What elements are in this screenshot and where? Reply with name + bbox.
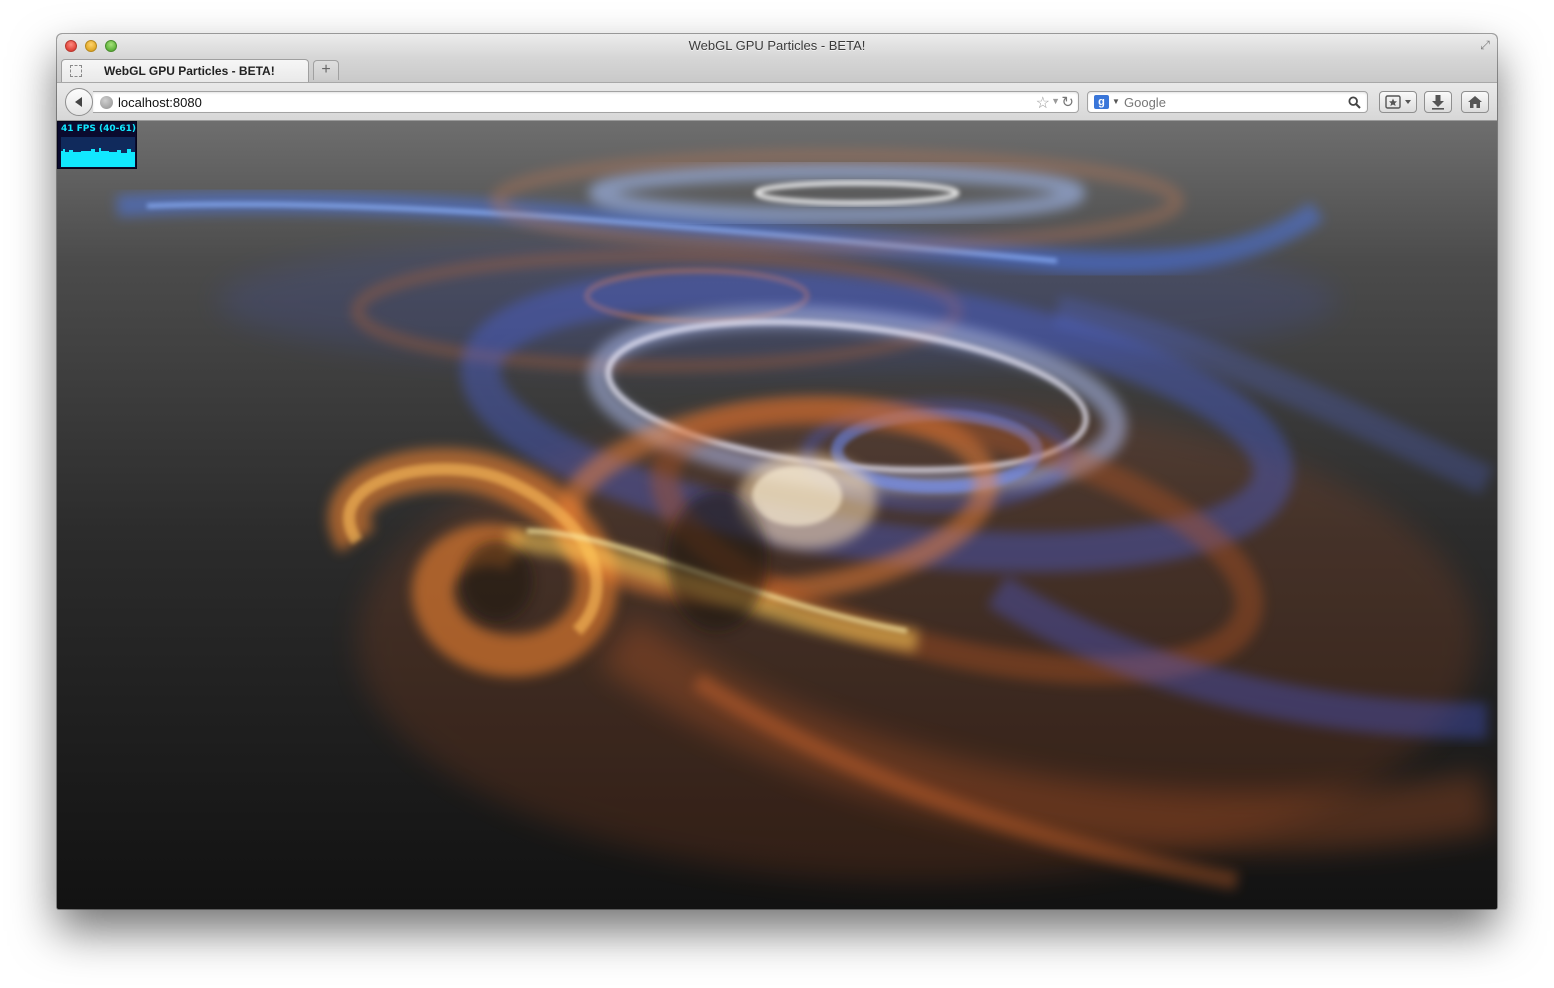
new-tab-button[interactable]: +	[313, 60, 339, 80]
tab-strip: WebGL GPU Particles - BETA! +	[57, 58, 1497, 83]
home-icon	[1468, 96, 1482, 108]
search-input[interactable]: Google	[1124, 95, 1166, 110]
google-g-icon[interactable]: g	[1094, 95, 1109, 109]
engine-dropdown-icon[interactable]: ▼	[1112, 97, 1120, 106]
title-bar[interactable]: WebGL GPU Particles - BETA! ⤢	[57, 34, 1497, 58]
back-arrow-icon	[75, 97, 82, 107]
dropmarker-icon[interactable]: ▼	[1051, 96, 1060, 106]
downloads-icon	[1432, 95, 1444, 110]
tab-webgl-gpu-particles[interactable]: WebGL GPU Particles - BETA!	[61, 59, 309, 82]
browser-window: WebGL GPU Particles - BETA! ⤢ WebGL GPU …	[57, 34, 1497, 909]
downloads-button[interactable]	[1424, 91, 1452, 113]
fps-stats-panel[interactable]: 41 FPS (40-61)	[57, 121, 137, 169]
url-text[interactable]: localhost:8080	[118, 95, 202, 110]
reload-icon[interactable]: ↻	[1061, 93, 1074, 111]
tab-label: WebGL GPU Particles - BETA!	[104, 64, 275, 78]
bookmarks-menu-icon	[1385, 95, 1411, 109]
webgl-canvas[interactable]: 41 FPS (40-61)	[57, 121, 1497, 909]
bookmarks-menu-button[interactable]	[1379, 91, 1417, 113]
url-bar[interactable]: localhost:8080 ☆ ▼ ↻	[93, 91, 1079, 113]
fps-readout: 41 FPS (40-61)	[61, 124, 137, 134]
fullscreen-icon[interactable]: ⤢	[1478, 38, 1492, 52]
particle-render[interactable]	[57, 121, 1497, 909]
fps-graph	[61, 137, 135, 167]
globe-icon	[100, 96, 113, 109]
bookmark-star-icon[interactable]: ☆	[1036, 93, 1050, 113]
search-bar[interactable]: g ▼ Google	[1087, 91, 1368, 113]
search-magnifier-icon[interactable]	[1348, 96, 1361, 109]
home-button[interactable]	[1461, 91, 1489, 113]
window-title: WebGL GPU Particles - BETA!	[688, 38, 866, 53]
placeholder-page-icon	[70, 65, 82, 77]
back-button[interactable]	[65, 88, 93, 116]
navigation-toolbar: localhost:8080 ☆ ▼ ↻ g ▼ Google	[57, 83, 1497, 121]
